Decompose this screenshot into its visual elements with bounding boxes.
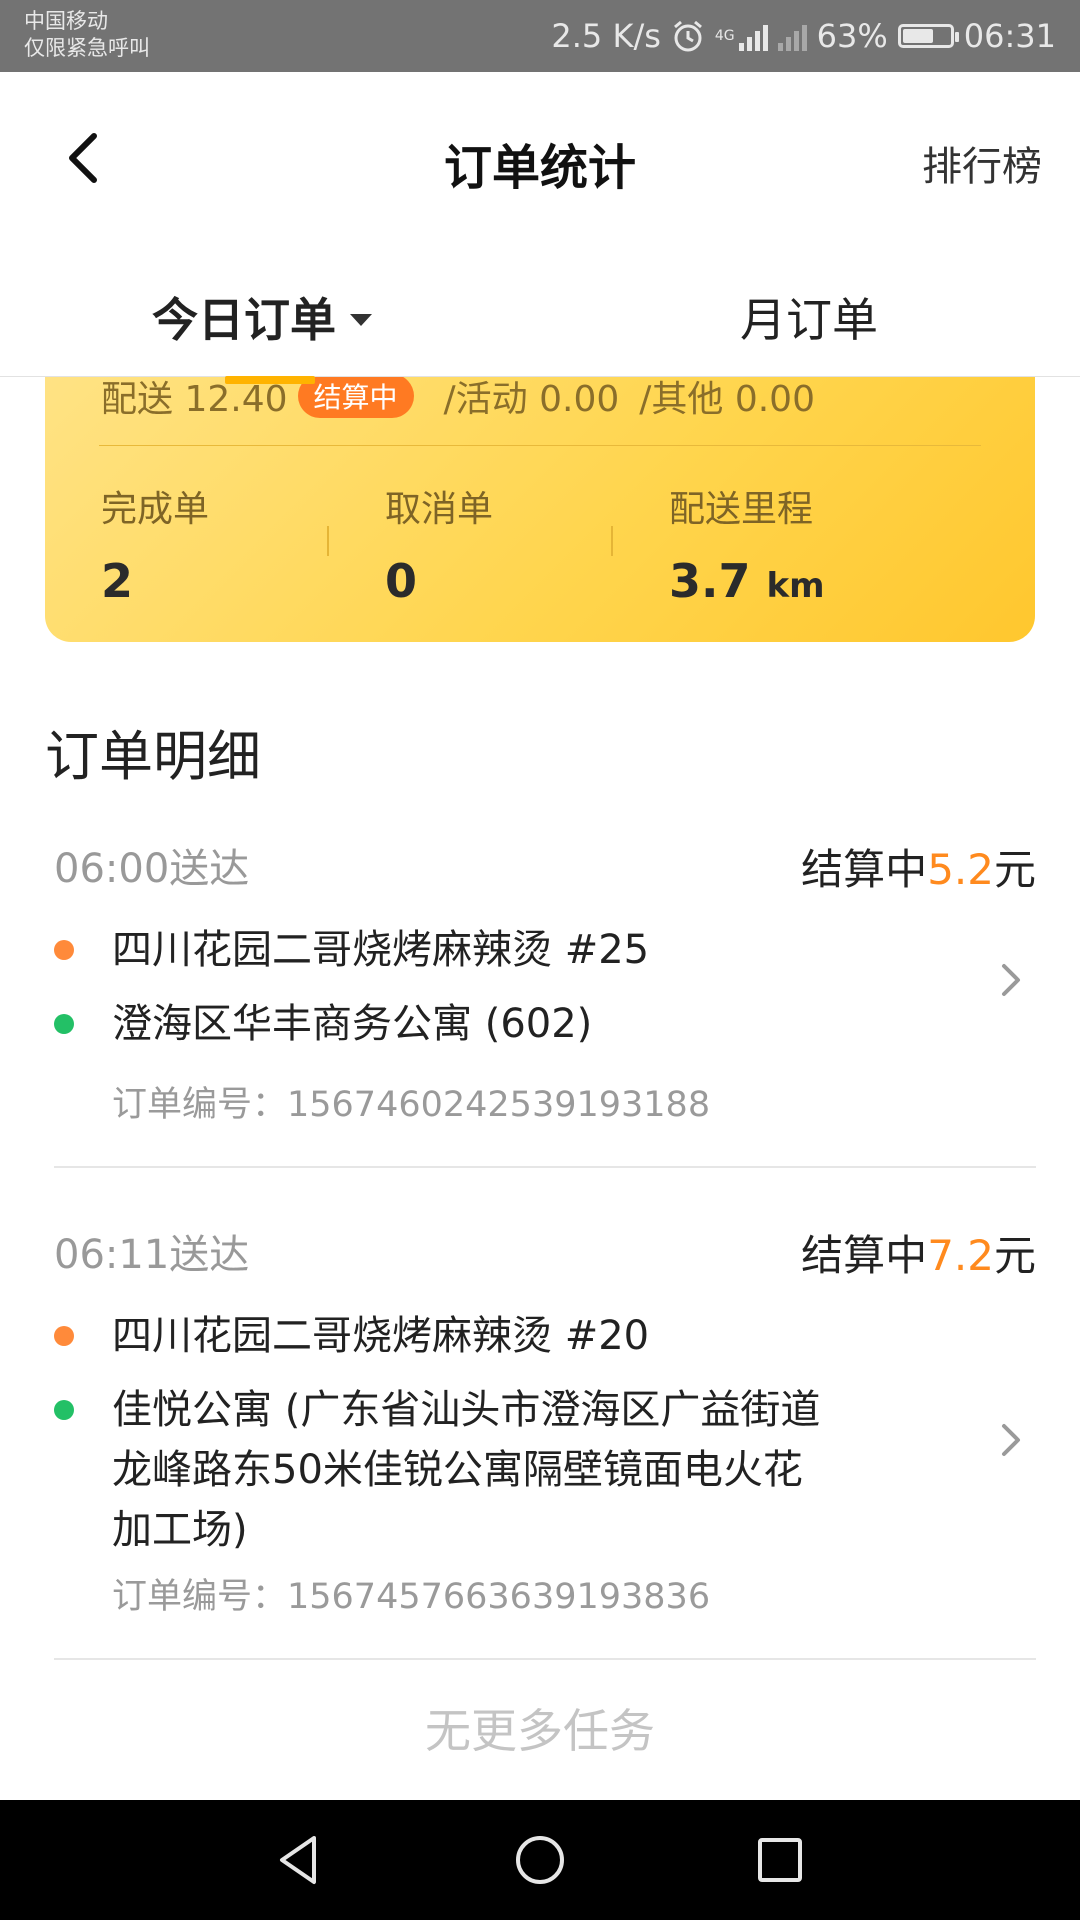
order-amount: 5.2 bbox=[927, 845, 994, 894]
chevron-right-icon[interactable] bbox=[996, 1420, 1026, 1460]
order-item[interactable]: 06:00送达 结算中5.2元 四川花园二哥烧烤麻辣烫 #25 澄海区华丰商务公… bbox=[54, 836, 1036, 1168]
order-price: 结算中7.2元 bbox=[801, 1222, 1036, 1283]
stat-distance: 配送里程 3.7 km bbox=[669, 480, 825, 608]
earnings-line: 配送 12.40 结算中 /活动 0.00 /其他 0.00 bbox=[101, 370, 815, 422]
other-earnings: /其他 0.00 bbox=[639, 379, 815, 420]
signal-icon bbox=[738, 21, 768, 51]
stat-value: 2 bbox=[101, 554, 134, 608]
section-title: 订单明细 bbox=[45, 725, 261, 788]
delivery-time: 06:00送达 bbox=[54, 846, 250, 892]
leaderboard-button[interactable]: 排行榜 bbox=[922, 134, 1042, 192]
page-title: 订单统计 bbox=[443, 140, 636, 196]
nav-home-icon[interactable] bbox=[510, 1830, 570, 1890]
stat-value: 3.7 km bbox=[669, 554, 825, 608]
tab-month-orders[interactable]: 月订单 bbox=[740, 284, 878, 350]
stat-value: 0 bbox=[385, 554, 418, 608]
dropoff-address: 澄海区华丰商务公寓 (602) bbox=[112, 1001, 593, 1047]
card-divider bbox=[99, 445, 981, 446]
stat-completed: 完成单 2 bbox=[101, 480, 209, 608]
alarm-icon bbox=[673, 20, 702, 52]
pickup-shop: 四川花园二哥烧烤麻辣烫 #25 bbox=[112, 927, 650, 973]
delivery-time: 06:11送达 bbox=[54, 1232, 250, 1278]
clock: 06:31 bbox=[963, 17, 1056, 55]
address-line: 佳悦公寓 (广东省汕头市澄海区广益街道 bbox=[112, 1387, 821, 1433]
divider bbox=[54, 1658, 1036, 1660]
stat-separator bbox=[327, 526, 329, 556]
system-nav-bar bbox=[0, 1800, 1080, 1920]
pickup-dot bbox=[54, 1326, 74, 1346]
stat-label: 取消单 bbox=[385, 489, 494, 530]
stat-canceled: 取消单 0 bbox=[385, 480, 493, 608]
order-price: 结算中5.2元 bbox=[801, 836, 1036, 897]
nav-recents-icon[interactable] bbox=[750, 1830, 810, 1890]
tab-today-label: 今日订单 bbox=[152, 293, 336, 347]
tab-today-orders[interactable]: 今日订单 bbox=[152, 284, 372, 350]
battery-percent: 63% bbox=[816, 17, 888, 55]
no-more-tasks: 无更多任务 bbox=[425, 1704, 655, 1758]
pickup-dot bbox=[54, 940, 74, 960]
signal-icon-secondary bbox=[777, 21, 807, 51]
stat-label: 配送里程 bbox=[669, 489, 814, 530]
dropoff-dot bbox=[54, 1014, 74, 1034]
carrier-info: 中国移动 仅限紧急呼叫 bbox=[24, 8, 150, 62]
stat-label: 完成单 bbox=[101, 489, 210, 530]
activity-earnings: /活动 0.00 bbox=[443, 379, 620, 420]
order-status: 结算中 bbox=[801, 1231, 928, 1280]
divider bbox=[54, 1166, 1036, 1168]
carrier-status: 仅限紧急呼叫 bbox=[24, 36, 150, 60]
caret-down-icon bbox=[350, 314, 372, 326]
currency: 元 bbox=[993, 1231, 1036, 1280]
status-icons: 2.5 K/s 4G 63% 06:31 bbox=[551, 0, 1056, 72]
stat-separator bbox=[611, 526, 613, 556]
carrier-name: 中国移动 bbox=[24, 9, 108, 33]
network-type: 4G bbox=[714, 28, 735, 44]
currency: 元 bbox=[993, 845, 1036, 894]
address-line: 加工场) bbox=[112, 1507, 248, 1553]
nav-back-icon[interactable] bbox=[270, 1830, 330, 1890]
app-header: 订单统计 排行榜 bbox=[0, 72, 1080, 242]
chevron-right-icon[interactable] bbox=[996, 960, 1026, 1000]
distance-unit: km bbox=[766, 566, 825, 606]
dropoff-dot bbox=[54, 1400, 74, 1420]
battery-icon bbox=[897, 24, 959, 48]
order-amount: 7.2 bbox=[927, 1231, 994, 1280]
order-number: 订单编号：1567460242539193188 bbox=[112, 1085, 711, 1125]
order-item[interactable]: 06:11送达 结算中7.2元 四川花园二哥烧烤麻辣烫 #20 佳悦公寓 (广东… bbox=[54, 1222, 1036, 1662]
net-speed: 2.5 K/s bbox=[551, 17, 661, 55]
order-number: 订单编号：1567457663639193836 bbox=[112, 1577, 711, 1617]
pickup-shop: 四川花园二哥烧烤麻辣烫 #20 bbox=[112, 1313, 650, 1359]
order-status: 结算中 bbox=[801, 845, 928, 894]
tab-indicator bbox=[225, 376, 315, 384]
dropoff-address: 佳悦公寓 (广东省汕头市澄海区广益街道 龙峰路东50米佳锐公寓隔壁镜面电火花 加… bbox=[112, 1380, 820, 1560]
distance-value: 3.7 bbox=[669, 554, 751, 608]
address-line: 龙峰路东50米佳锐公寓隔壁镜面电火花 bbox=[112, 1447, 803, 1493]
status-bar: 中国移动 仅限紧急呼叫 2.5 K/s 4G 63% 06:31 bbox=[0, 0, 1080, 72]
tab-bar: 今日订单 月订单 bbox=[0, 242, 1080, 384]
